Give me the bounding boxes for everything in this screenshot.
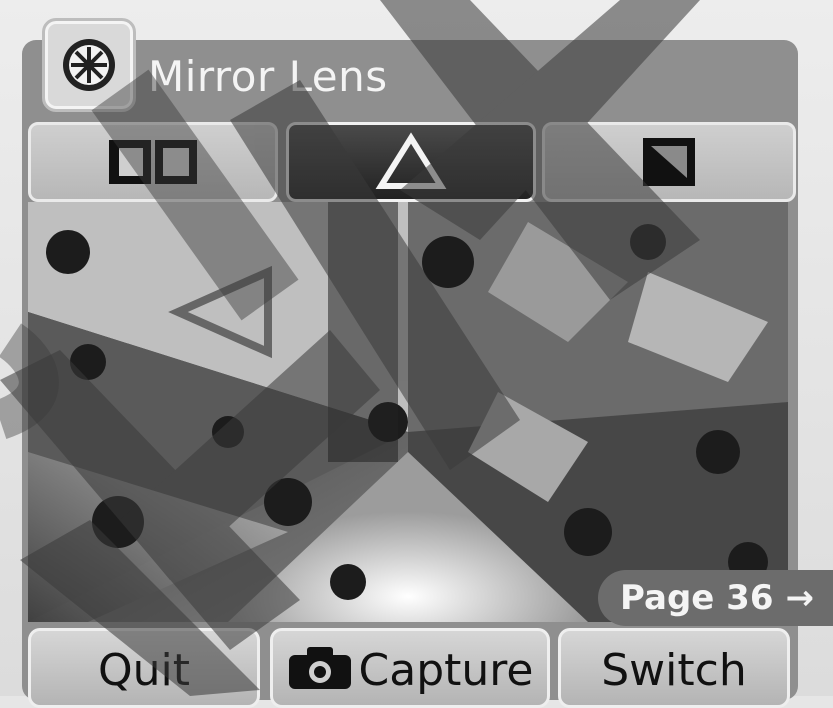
page-title: Mirror Lens: [148, 52, 388, 101]
square-mirror-icon: [643, 138, 695, 186]
switch-label: Switch: [601, 645, 747, 696]
triangle-mirror-icon: [375, 132, 447, 189]
square-mirror-button[interactable]: [542, 122, 796, 202]
camera-icon: [287, 645, 353, 702]
arrow-right-icon: →: [785, 578, 815, 618]
page-reference-tag: Page 36 →: [598, 570, 833, 626]
page-label: Page 36: [620, 578, 774, 618]
capture-label: Capture: [358, 645, 534, 696]
quit-label: Quit: [98, 645, 190, 696]
split-mirror-icon: [109, 140, 197, 184]
camera-viewfinder: [28, 202, 788, 622]
kaleidoscope-image: [28, 202, 788, 622]
mirror-lens-icon: [42, 18, 136, 112]
switch-button[interactable]: Switch: [558, 628, 790, 708]
triangle-mirror-button[interactable]: [286, 122, 536, 202]
split-mirror-button[interactable]: [28, 122, 278, 202]
quit-button[interactable]: Quit: [28, 628, 260, 708]
capture-button[interactable]: Capture: [270, 628, 550, 708]
